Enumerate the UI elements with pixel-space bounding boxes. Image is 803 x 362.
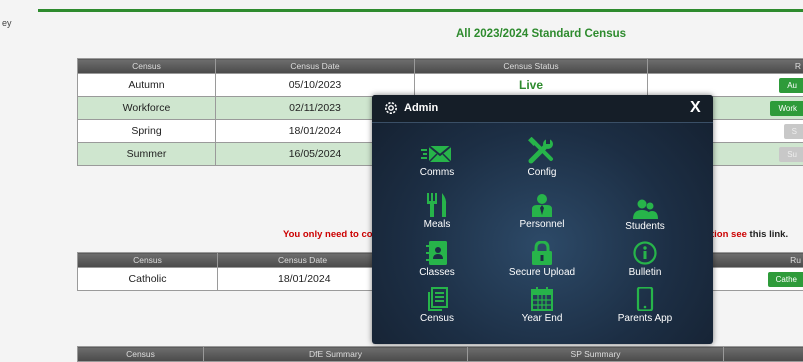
notice-link[interactable]: this link. xyxy=(750,229,789,240)
tile-meals[interactable]: Meals xyxy=(397,193,477,230)
col-header-run: R xyxy=(648,59,803,74)
census-name: Autumn xyxy=(78,74,216,97)
census-name: Spring xyxy=(78,120,216,143)
run-census-button[interactable]: S xyxy=(784,124,803,139)
tile-year-end[interactable]: Year End xyxy=(502,287,582,324)
tile-label: Personnel xyxy=(519,219,564,230)
tools-icon xyxy=(527,137,557,165)
tile-label: Config xyxy=(528,167,557,178)
phone-icon xyxy=(636,287,654,311)
address-book-icon xyxy=(426,241,448,265)
tile-label: Students xyxy=(625,221,664,232)
col-header-dfe-summary: DfE Summary xyxy=(204,347,468,362)
run-catholic-census-button[interactable]: Cathe xyxy=(768,272,803,287)
tile-label: Parents App xyxy=(618,313,672,324)
tile-secure-upload[interactable]: Secure Upload xyxy=(502,241,582,278)
calendar-icon xyxy=(531,287,553,311)
tile-classes[interactable]: Classes xyxy=(397,241,477,278)
run-census-button[interactable]: Au xyxy=(779,78,803,93)
col-header-census: Census xyxy=(78,347,204,362)
close-icon[interactable]: X xyxy=(690,99,701,117)
col-header-census: Census xyxy=(78,253,218,268)
summary-table: Census DfE Summary SP Summary xyxy=(77,346,803,362)
census-name: Workforce xyxy=(78,97,216,120)
modal-title: Admin xyxy=(404,102,438,114)
tile-label: Classes xyxy=(419,267,455,278)
info-icon xyxy=(633,241,657,265)
col-header-census-status: Census Status xyxy=(415,59,648,74)
notice-text: You only need to co xyxy=(283,229,373,240)
tile-bulletin[interactable]: Bulletin xyxy=(605,241,685,278)
census-table-header: Census Census Date Census Status R xyxy=(78,59,803,74)
col-header-blank xyxy=(724,347,803,362)
census-icon xyxy=(426,287,448,311)
notice-text-right: tion see this link. xyxy=(711,229,788,240)
notice-right-fragment: tion see xyxy=(711,229,747,240)
run-census-button[interactable]: Su xyxy=(779,147,803,162)
admin-modal: Admin X Comms Config xyxy=(372,95,713,344)
census-name: Catholic xyxy=(78,268,218,291)
lock-icon xyxy=(531,241,553,265)
page-title: All 2023/2024 Standard Census xyxy=(456,28,626,40)
tile-label: Bulletin xyxy=(629,267,662,278)
tile-comms[interactable]: Comms xyxy=(397,143,477,178)
tile-personnel[interactable]: Personnel xyxy=(502,193,582,230)
col-header-census-date: Census Date xyxy=(216,59,415,74)
tile-config[interactable]: Config xyxy=(502,137,582,178)
run-census-button[interactable]: Work xyxy=(770,101,803,116)
corner-text: ey xyxy=(2,18,12,28)
tile-parents-app[interactable]: Parents App xyxy=(605,287,685,324)
census-name: Summer xyxy=(78,143,216,166)
personnel-icon xyxy=(529,193,555,217)
tile-label: Census xyxy=(420,313,454,324)
top-bar xyxy=(0,0,803,12)
modal-header: Admin X xyxy=(372,95,713,123)
top-accent-line xyxy=(38,9,803,12)
gear-icon xyxy=(383,100,399,116)
table-row: Autumn 05/10/2023 Live Au xyxy=(78,74,803,97)
tile-label: Meals xyxy=(424,219,451,230)
cutlery-icon xyxy=(424,193,450,217)
tile-students[interactable]: Students xyxy=(605,199,685,232)
census-status: Live xyxy=(519,78,543,92)
tile-label: Year End xyxy=(522,313,563,324)
tile-label: Secure Upload xyxy=(509,267,575,278)
tile-census[interactable]: Census xyxy=(397,287,477,324)
envelope-icon xyxy=(421,143,453,165)
col-header-sp-summary: SP Summary xyxy=(468,347,724,362)
census-date: 05/10/2023 xyxy=(216,74,415,97)
col-header-census: Census xyxy=(78,59,216,74)
summary-table-header: Census DfE Summary SP Summary xyxy=(78,347,803,362)
students-icon xyxy=(630,199,660,219)
tile-label: Comms xyxy=(420,167,454,178)
